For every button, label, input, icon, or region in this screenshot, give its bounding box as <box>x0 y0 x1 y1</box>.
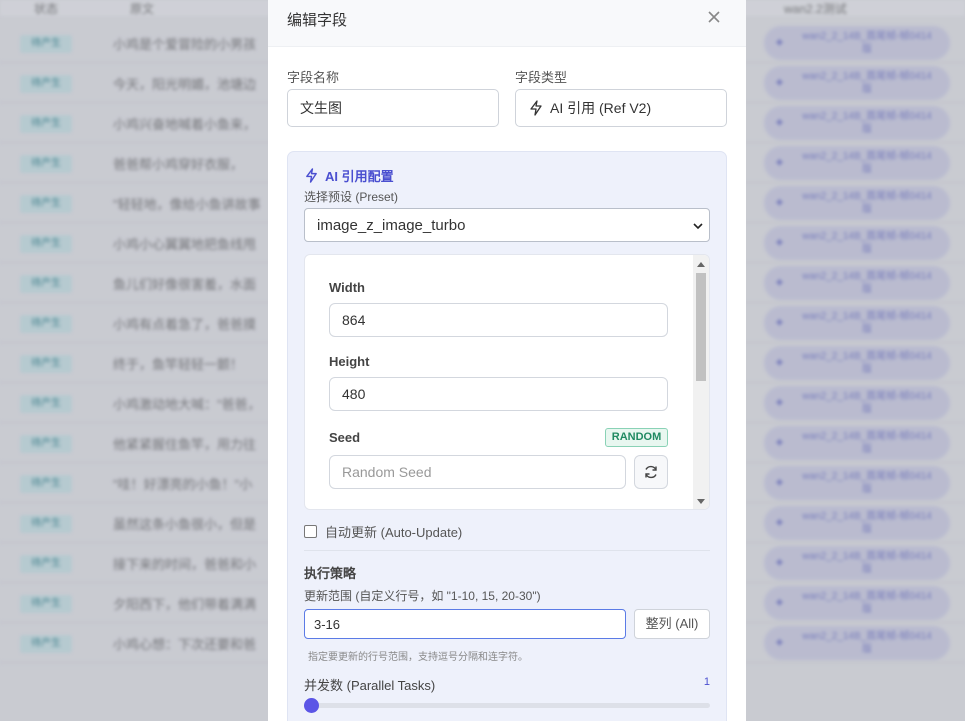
height-input[interactable]: 480 <box>329 377 668 411</box>
parallel-value: 1 <box>703 676 710 688</box>
refresh-seed-button[interactable] <box>634 455 668 489</box>
lightning-icon <box>530 100 542 116</box>
random-badge[interactable]: RANDOM <box>605 428 668 447</box>
refresh-icon <box>645 465 657 479</box>
select-all-button[interactable]: 整列 (All) <box>634 609 710 639</box>
edit-field-modal: 编辑字段 字段名称 文生图 字段类型 AI 引用 (Ref V2) AI 引用配… <box>268 0 746 721</box>
lightning-icon <box>306 168 317 183</box>
field-type-select[interactable]: AI 引用 (Ref V2) <box>515 89 727 127</box>
strategy-title: 执行策略 <box>304 566 357 581</box>
parallel-label: 并发数 (Parallel Tasks) <box>304 678 436 693</box>
ai-config-title: AI 引用配置 <box>304 166 394 185</box>
height-label: Height <box>329 354 370 369</box>
auto-update-label: 自动更新 (Auto-Update) <box>325 525 463 540</box>
preset-value: image_z_image_turbo <box>317 216 466 234</box>
modal-header: 编辑字段 <box>268 0 746 47</box>
parallel-slider-track[interactable] <box>304 703 710 708</box>
seed-input[interactable]: Random Seed <box>329 455 626 489</box>
field-name-input[interactable]: 文生图 <box>287 89 499 127</box>
width-label: Width <box>329 280 365 295</box>
field-type-value: AI 引用 (Ref V2) <box>550 100 652 116</box>
scroll-thumb[interactable] <box>696 273 706 381</box>
divider <box>304 550 710 551</box>
field-name-label: 字段名称 <box>287 70 340 85</box>
range-hint: 指定要更新的行号范围，支持逗号分隔和连字符。 <box>308 652 528 663</box>
close-icon[interactable] <box>706 9 722 25</box>
ai-config-title-text: AI 引用配置 <box>325 169 394 184</box>
scroll-up-arrow[interactable] <box>697 262 705 267</box>
chevron-down-icon <box>693 223 703 230</box>
auto-update-checkbox[interactable] <box>304 525 317 538</box>
range-input[interactable]: 3-16 <box>304 609 626 639</box>
seed-label: Seed <box>329 430 361 445</box>
range-label: 更新范围 (自定义行号，如 "1-10, 15, 20-30") <box>304 589 541 603</box>
params-scrollbar[interactable] <box>693 255 709 509</box>
parallel-slider-thumb[interactable] <box>304 698 319 713</box>
preset-select[interactable]: image_z_image_turbo <box>304 208 710 242</box>
modal-title: 编辑字段 <box>287 12 348 29</box>
preset-params-panel: Width 864 Height 480 Seed RANDOM Random … <box>304 254 710 510</box>
preset-label: 选择预设 (Preset) <box>304 190 399 204</box>
ai-config-card: AI 引用配置 选择预设 (Preset) image_z_image_turb… <box>287 151 727 721</box>
field-type-label: 字段类型 <box>515 70 568 85</box>
auto-update-row[interactable]: 自动更新 (Auto-Update) <box>304 522 462 541</box>
scroll-down-arrow[interactable] <box>697 499 705 504</box>
width-input[interactable]: 864 <box>329 303 668 337</box>
